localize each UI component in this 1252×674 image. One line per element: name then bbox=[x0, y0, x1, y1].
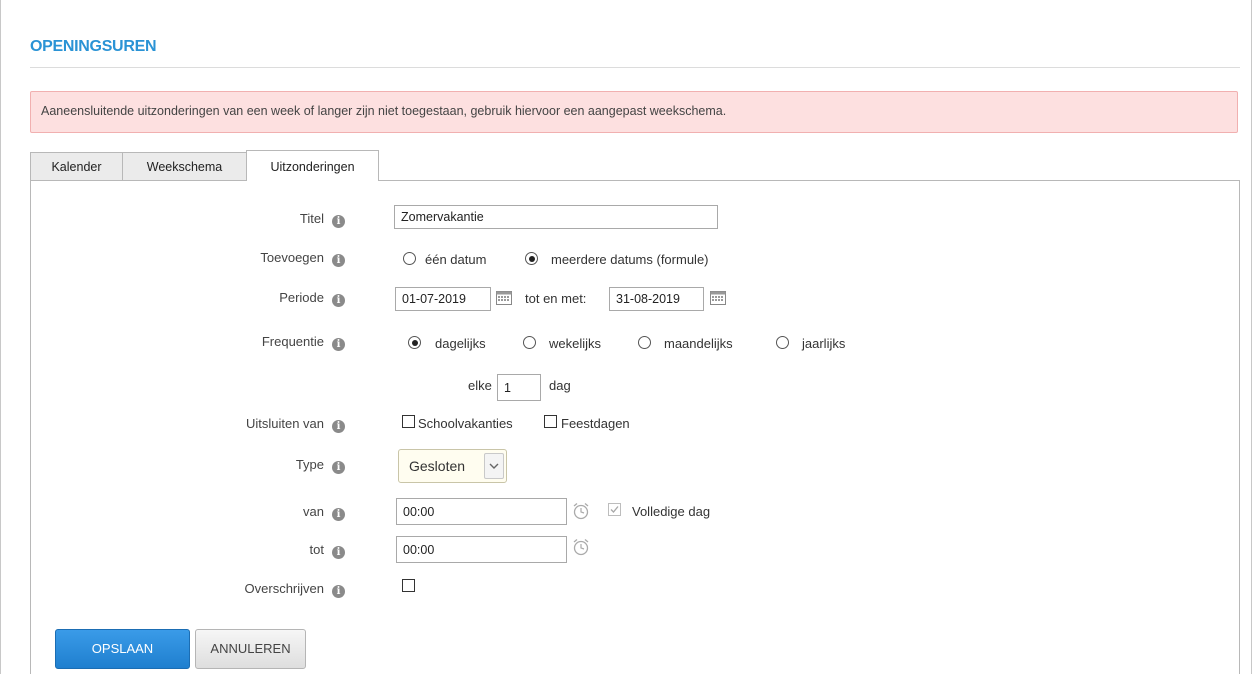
calendar-icon[interactable] bbox=[496, 291, 512, 305]
info-icon[interactable]: i bbox=[332, 461, 345, 474]
radio-meerdere-datums-label: meerdere datums (formule) bbox=[551, 252, 709, 267]
info-icon[interactable]: i bbox=[332, 585, 345, 598]
radio-wekelijks-label: wekelijks bbox=[549, 336, 602, 351]
info-icon[interactable]: i bbox=[332, 508, 345, 521]
frame-left-border bbox=[0, 0, 1, 674]
radio-meerdere-datums[interactable] bbox=[525, 252, 538, 265]
elke-label: elke bbox=[468, 378, 492, 393]
radio-wekelijks[interactable] bbox=[523, 336, 536, 349]
checkbox-overschrijven[interactable] bbox=[402, 579, 415, 592]
title-divider bbox=[30, 67, 1240, 68]
checkbox-volledige-dag[interactable] bbox=[608, 503, 621, 516]
info-icon[interactable]: i bbox=[332, 420, 345, 433]
alert-text: Aaneensluitende uitzonderingen van een w… bbox=[41, 104, 727, 118]
cancel-button[interactable]: ANNULEREN bbox=[195, 629, 306, 669]
elke-input[interactable] bbox=[497, 374, 541, 401]
label-van: van i bbox=[25, 504, 345, 521]
radio-een-datum[interactable] bbox=[403, 252, 416, 265]
label-type-text: Type bbox=[295, 457, 324, 472]
radio-maandelijks[interactable] bbox=[638, 336, 651, 349]
alert-message: Aaneensluitende uitzonderingen van een w… bbox=[30, 91, 1238, 133]
page-title: OPENINGSUREN bbox=[30, 38, 157, 55]
chevron-down-icon[interactable] bbox=[484, 453, 504, 479]
dag-label: dag bbox=[549, 378, 571, 393]
label-periode-text: Periode bbox=[279, 290, 324, 305]
label-toevoegen: Toevoegen i bbox=[25, 250, 345, 267]
periode-tot-input[interactable] bbox=[609, 287, 704, 311]
info-icon[interactable]: i bbox=[332, 546, 345, 559]
checkbox-schoolvakanties[interactable] bbox=[402, 415, 415, 428]
calendar-icon[interactable] bbox=[710, 291, 726, 305]
tab-kalender[interactable]: Kalender bbox=[30, 152, 123, 180]
periode-van-input[interactable] bbox=[395, 287, 491, 311]
titel-input[interactable] bbox=[394, 205, 718, 229]
checkbox-feestdagen[interactable] bbox=[544, 415, 557, 428]
radio-dagelijks-label: dagelijks bbox=[435, 336, 486, 351]
checkbox-schoolvakanties-label: Schoolvakanties bbox=[418, 416, 513, 431]
label-titel-text: Titel bbox=[299, 211, 324, 226]
label-van-text: van bbox=[303, 504, 324, 519]
label-periode: Periode i bbox=[25, 290, 345, 307]
tab-uitzonderingen[interactable]: Uitzonderingen bbox=[246, 150, 379, 181]
clock-icon[interactable] bbox=[572, 538, 590, 556]
label-titel: Titel i bbox=[25, 211, 345, 228]
check-icon bbox=[610, 506, 619, 513]
van-time-input[interactable] bbox=[396, 498, 567, 525]
info-icon[interactable]: i bbox=[332, 294, 345, 307]
volledige-dag-label: Volledige dag bbox=[632, 504, 711, 519]
checkbox-feestdagen-label: Feestdagen bbox=[561, 416, 630, 431]
tot-en-met-label: tot en met: bbox=[525, 291, 587, 306]
type-select[interactable]: Gesloten bbox=[398, 449, 507, 483]
label-overschrijven: Overschrijven i bbox=[25, 581, 345, 598]
info-icon[interactable]: i bbox=[332, 215, 345, 228]
radio-maandelijks-label: maandelijks bbox=[664, 336, 733, 351]
tab-weekschema[interactable]: Weekschema bbox=[122, 152, 247, 180]
tot-time-input[interactable] bbox=[396, 536, 567, 563]
label-overschrijven-text: Overschrijven bbox=[244, 581, 324, 596]
type-select-value: Gesloten bbox=[409, 458, 466, 474]
radio-dagelijks[interactable] bbox=[408, 336, 421, 349]
label-toevoegen-text: Toevoegen bbox=[260, 250, 324, 265]
label-frequentie: Frequentie i bbox=[25, 334, 345, 351]
radio-jaarlijks-label: jaarlijks bbox=[802, 336, 846, 351]
save-button[interactable]: OPSLAAN bbox=[55, 629, 190, 669]
label-uitsluiten: Uitsluiten van i bbox=[25, 416, 345, 433]
label-type: Type i bbox=[25, 457, 345, 474]
info-icon[interactable]: i bbox=[332, 254, 345, 267]
label-tot: tot i bbox=[25, 542, 345, 559]
info-icon[interactable]: i bbox=[332, 338, 345, 351]
radio-jaarlijks[interactable] bbox=[776, 336, 789, 349]
radio-een-datum-label: één datum bbox=[425, 252, 487, 267]
label-frequentie-text: Frequentie bbox=[261, 334, 324, 349]
clock-icon[interactable] bbox=[572, 502, 590, 520]
label-uitsluiten-text: Uitsluiten van bbox=[245, 416, 324, 431]
label-tot-text: tot bbox=[309, 542, 324, 557]
